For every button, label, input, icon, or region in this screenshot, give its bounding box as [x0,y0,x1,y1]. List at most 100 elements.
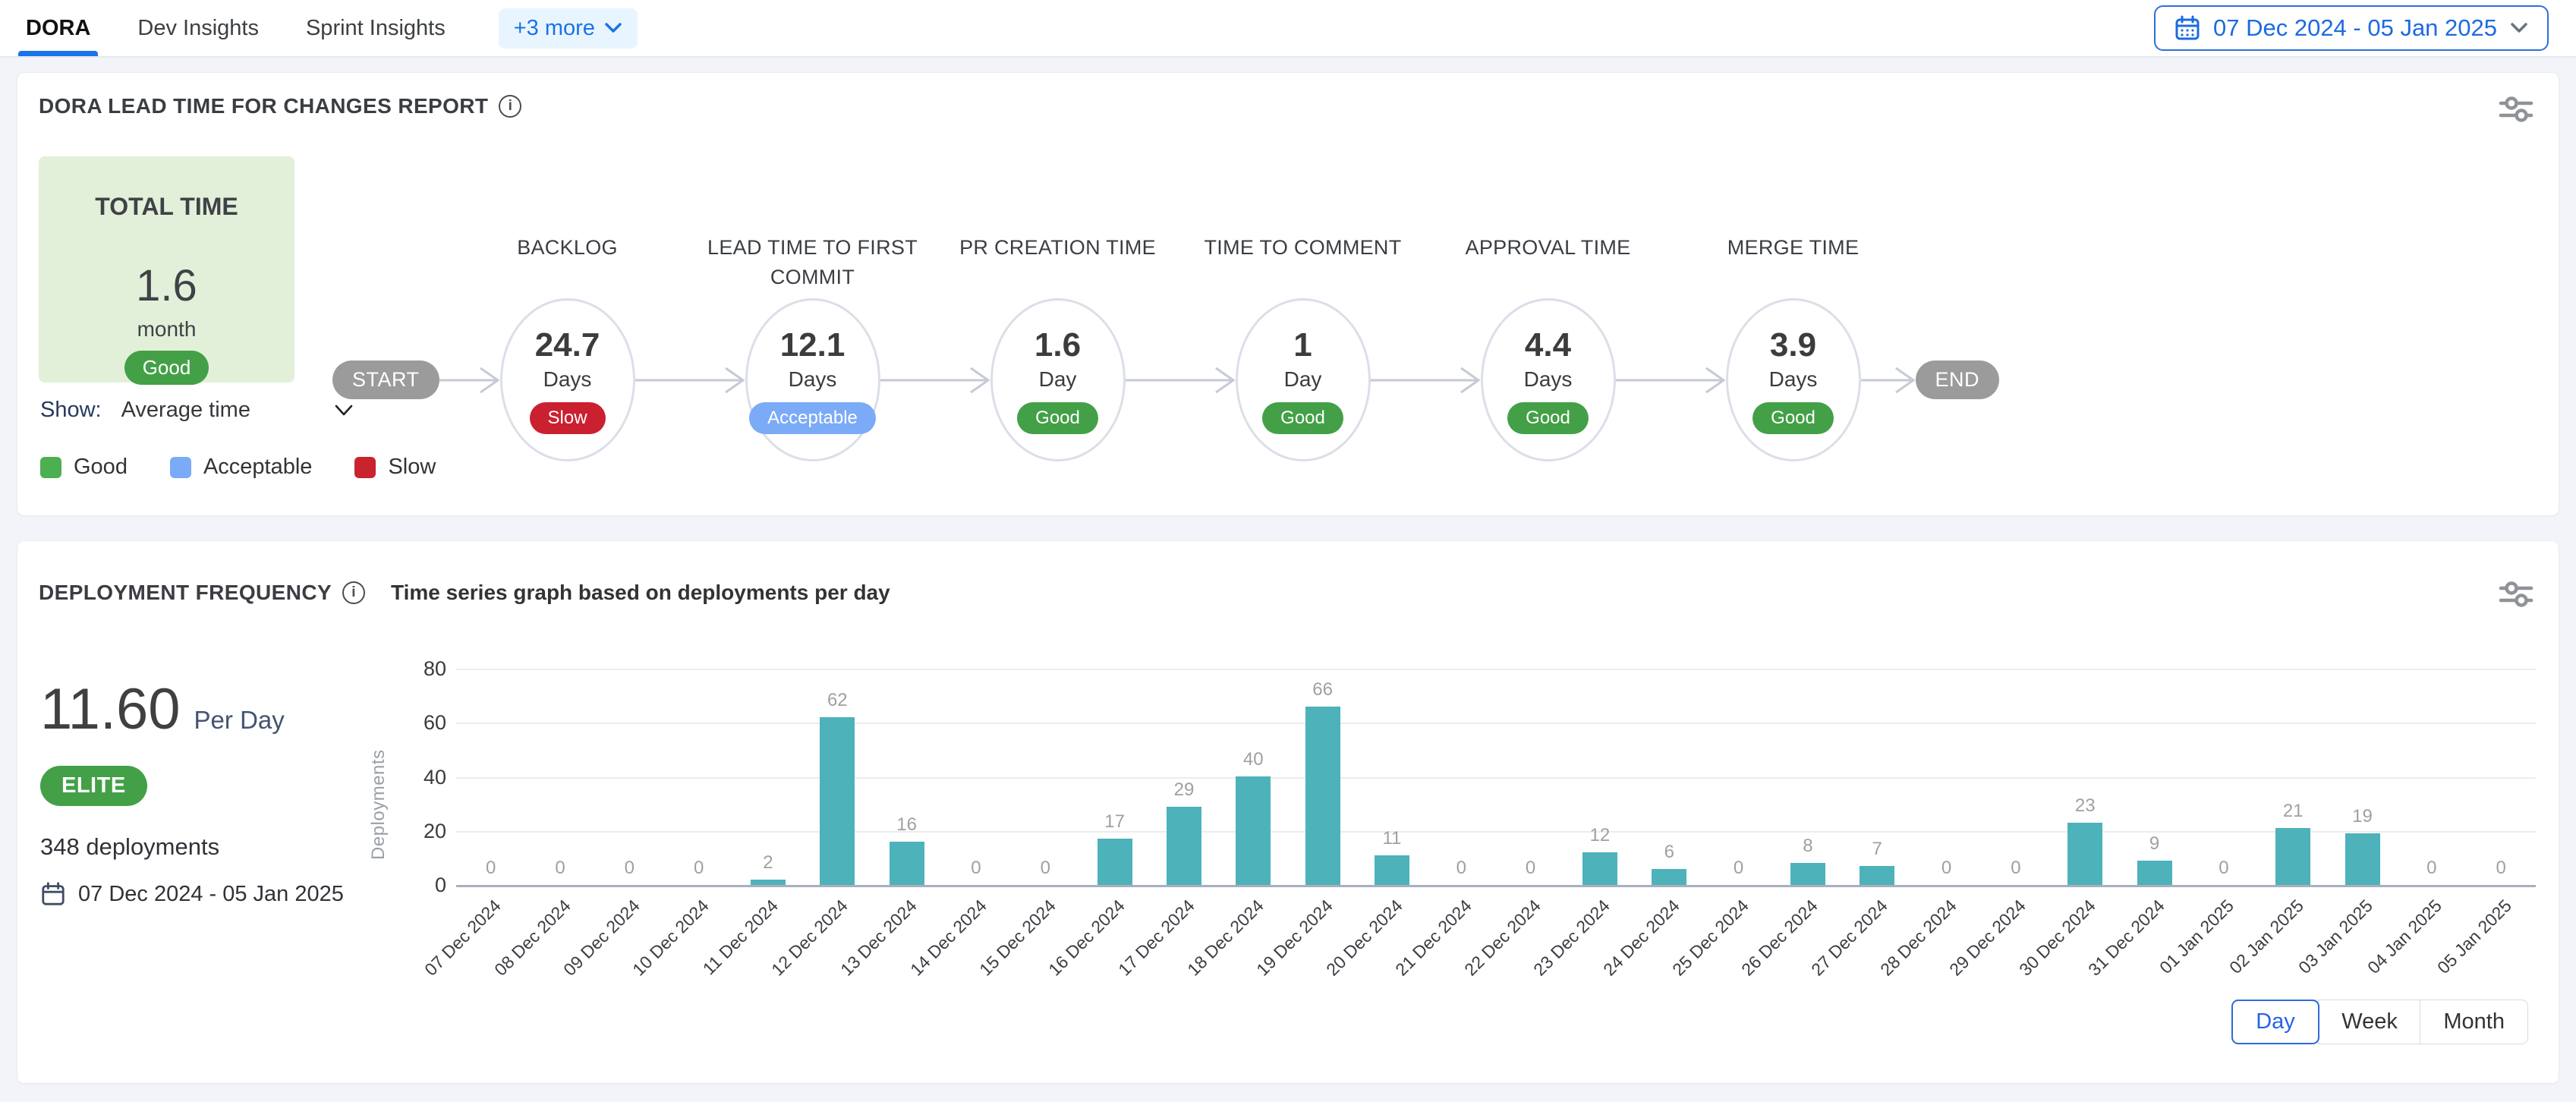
bar-slot: 7 [1843,669,1912,885]
stage-circle: 24.7 Days Slow [500,298,635,461]
bar-value-label: 0 [941,858,1010,879]
chevron-down-icon [334,405,354,417]
stage-value: 24.7 [535,326,600,364]
stage-unit: Days [789,367,837,392]
tier-badge: ELITE [40,766,147,806]
flow-arrow-icon [635,364,745,397]
deployments-bar [1860,866,1894,885]
date-range-picker[interactable]: 07 Dec 2024 - 05 Jan 2025 [2154,5,2549,51]
total-time-title: TOTAL TIME [95,193,238,221]
stage-unit: Days [1524,367,1573,392]
end-node: END [1916,361,2000,399]
granularity-week-button[interactable]: Week [2318,1000,2421,1044]
deployments-bar [2067,823,2102,885]
tab-dora[interactable]: DORA [21,0,95,56]
bar-slot: 66 [1288,669,1357,885]
deployments-bar [1097,839,1132,885]
flow-arrow-icon [1616,364,1726,397]
deployments-bar [1652,869,1686,885]
more-tabs-button[interactable]: +3 more [499,8,638,49]
deployments-bar [2345,833,2380,885]
date-range-label: 07 Dec 2024 - 05 Jan 2025 [2213,14,2497,42]
bar-slot: 11 [1357,669,1426,885]
tab-dev-insights[interactable]: Dev Insights [133,0,263,56]
bar-value-label: 0 [1981,858,2050,879]
bar-value-label: 0 [664,858,733,879]
bar-value-label: 0 [2467,858,2536,879]
stage-unit: Days [1769,367,1818,392]
status-legend: GoodAcceptableSlow [40,455,436,480]
chart-bars: 0000262160017294066110012608700239021190… [456,669,2536,885]
stage-circle: 3.9DaysGood [1726,298,1861,461]
legend-swatch [170,457,191,478]
bar-value-label: 0 [1912,858,1981,879]
bar-value-label: 9 [2120,833,2189,855]
flow-stage-time-to-comment: TIME TO COMMENT1DayGood [1236,298,1371,461]
bar-value-label: 0 [2397,858,2466,879]
stat-date-range: 07 Dec 2024 - 05 Jan 2025 [40,881,344,907]
stage-value: 1 [1293,326,1312,364]
stage-unit: Day [1039,367,1077,392]
bar-value-label: 0 [1704,858,1773,879]
granularity-switch: DayWeekMonth [2231,1000,2528,1044]
info-icon[interactable]: i [342,581,365,604]
chart-subtitle: Time series graph based on deployments p… [391,581,890,605]
deployments-bar [1236,776,1271,885]
bar-value-label: 29 [1149,779,1218,801]
bar-value-label: 66 [1288,679,1357,701]
calendar-icon [40,881,66,907]
deployment-frequency-panel: DEPLOYMENT FREQUENCY i Time series graph… [17,540,2559,1084]
stage-name: TIME TO COMMENT [1163,233,1444,263]
y-tick-label: 80 [393,657,446,680]
sliders-icon[interactable] [2496,578,2536,615]
bar-value-label: 7 [1843,839,1912,860]
legend-swatch [40,457,61,478]
bar-slot: 0 [664,669,733,885]
flow-arrow-icon [880,364,990,397]
legend-item-good: Good [40,455,128,480]
flow-arrow-icon [1126,364,1236,397]
flow-stage-pr-creation-time: PR CREATION TIME1.6DayGood [990,298,1126,461]
stage-name: LEAD TIME TO FIRST COMMIT [672,233,953,292]
bar-value-label: 0 [2189,858,2258,879]
info-icon[interactable]: i [499,95,521,118]
deployments-bar [890,842,924,885]
stage-status-badge: Good [1507,402,1589,434]
stage-value: 12.1 [780,326,846,364]
bar-value-label: 0 [595,858,664,879]
stage-status-badge: Acceptable [749,402,876,434]
bar-value-label: 62 [803,690,872,711]
chevron-down-icon [2509,21,2529,35]
deployments-bar [2275,828,2310,885]
bar-slot: 9 [2120,669,2189,885]
bar-slot: 0 [1981,669,2050,885]
deployments-bar [751,880,786,885]
granularity-month-button[interactable]: Month [2420,1000,2528,1044]
stage-unit: Days [543,367,592,392]
x-tick: 05 Jan 2025 [2467,896,2536,994]
calendar-icon [2174,14,2201,42]
deployments-bar [1790,863,1825,885]
y-tick-label: 40 [393,766,446,789]
bar-value-label: 11 [1357,828,1426,849]
flow-stage-lead-time-to-first-commit: LEAD TIME TO FIRST COMMIT12.1DaysAccepta… [745,298,880,461]
bar-slot: 62 [803,669,872,885]
stage-status-badge: Slow [530,402,606,434]
bar-value-label: 0 [1011,858,1080,879]
flow-stage-backlog: BACKLOG24.7DaysSlow [500,298,635,461]
deployments-bar [1167,807,1201,885]
total-time-value: 1.6 [136,260,197,311]
lead-time-flow: STARTBACKLOG24.7DaysSlowLEAD TIME TO FIR… [332,298,1999,461]
bar-value-label: 40 [1219,749,1288,770]
topbar: DORADev InsightsSprint Insights +3 more … [0,0,2576,58]
show-dropdown[interactable]: Show: Average time [40,398,354,423]
sliders-icon[interactable] [2496,93,2536,130]
granularity-day-button[interactable]: Day [2231,1000,2319,1044]
deployments-bar [820,717,855,885]
bar-slot: 23 [2051,669,2120,885]
tab-sprint-insights[interactable]: Sprint Insights [301,0,450,56]
flow-stage-approval-time: APPROVAL TIME4.4DaysGood [1481,298,1616,461]
legend-swatch [354,457,376,478]
bar-value-label: 19 [2328,806,2397,827]
x-axis-line [456,885,2536,887]
